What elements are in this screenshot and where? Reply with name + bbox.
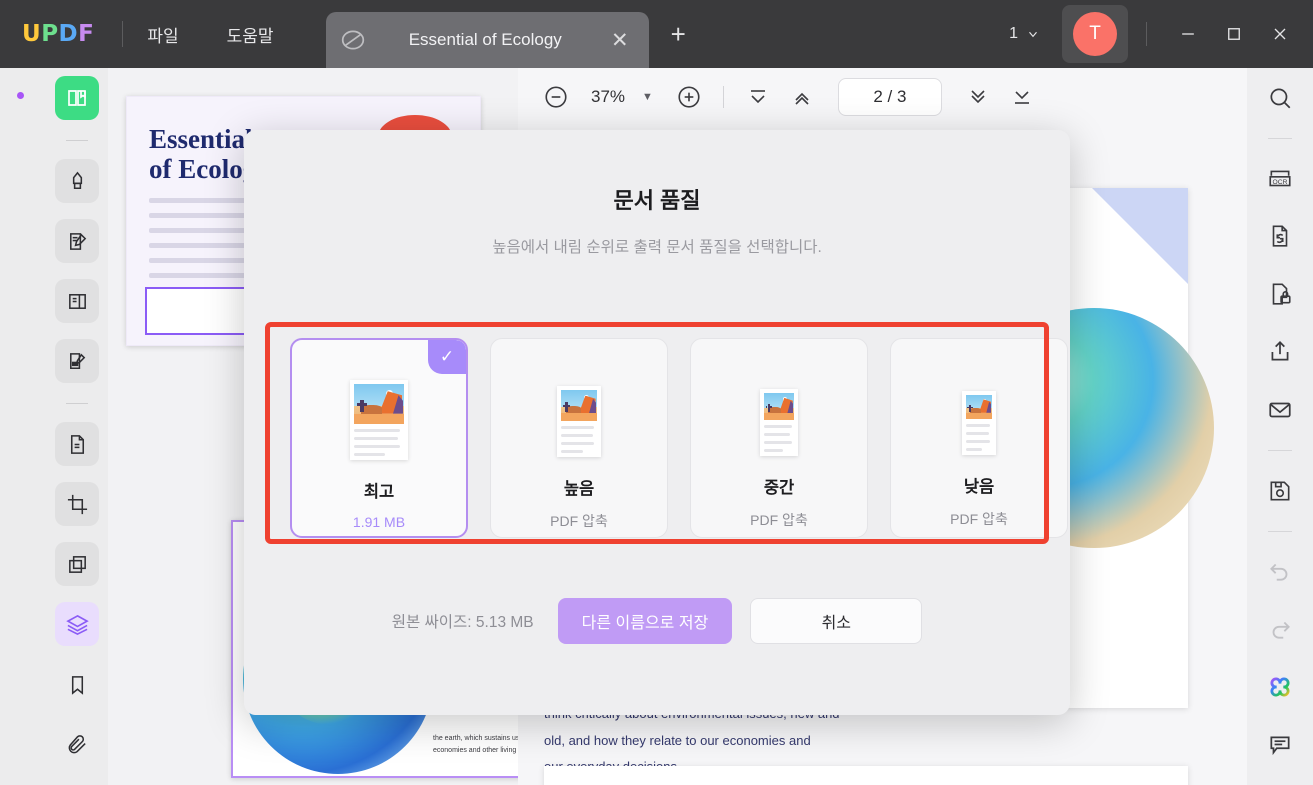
updf-window: UPDF 파일 도움말 Essential of Ecology ✕ + 1 T…	[0, 0, 1313, 785]
modal-overlay: 문서 품질 높음에서 내림 순위로 출력 문서 품질을 선택합니다. ✓ 최고 …	[0, 68, 1313, 785]
save-as-button[interactable]: 다른 이름으로 저장	[557, 598, 733, 644]
cactus-shape	[563, 402, 570, 412]
hill-shape	[566, 406, 582, 413]
window-count-selector[interactable]: 1	[1003, 19, 1046, 49]
window-controls-divider	[1146, 22, 1147, 46]
maximize-icon[interactable]	[1211, 11, 1257, 57]
quality-option-medium[interactable]: 중간 PDF 압축	[690, 338, 868, 538]
quality-size: 1.91 MB	[352, 514, 406, 530]
plus-icon[interactable]: +	[671, 21, 686, 47]
ground-shape	[561, 412, 597, 421]
ground-shape	[354, 413, 404, 424]
original-size-label: 원본 싸이즈: 5.13 MB	[391, 614, 534, 631]
close-icon[interactable]: ✕	[605, 30, 635, 51]
quality-label: 낮음	[963, 478, 995, 496]
title-bar: UPDF 파일 도움말 Essential of Ecology ✕ + 1 T	[0, 0, 1313, 68]
logo-letter-d: D	[58, 21, 79, 47]
minimize-icon[interactable]	[1165, 11, 1211, 57]
window-close-icon[interactable]	[1257, 11, 1303, 57]
quality-option-high[interactable]: 높음 PDF 압축	[490, 338, 668, 538]
document-tab[interactable]: Essential of Ecology ✕	[325, 12, 649, 68]
logo-letter-p: P	[41, 21, 59, 47]
quality-thumbnail	[557, 386, 601, 457]
circle-slash-icon	[340, 27, 366, 53]
quality-thumbnail	[962, 391, 996, 455]
window-count-label: 1	[1009, 25, 1018, 42]
quality-thumbnail	[760, 389, 798, 456]
quality-desc: PDF 압축	[550, 513, 608, 529]
updf-logo: UPDF	[22, 21, 94, 47]
ground-shape	[764, 412, 794, 420]
account-button[interactable]: T	[1062, 5, 1128, 63]
main-area: Essentialsof Ecology Students who can, l…	[0, 68, 1313, 785]
logo-letter-u: U	[22, 21, 42, 47]
ground-shape	[966, 412, 992, 419]
cactus-shape	[357, 400, 366, 412]
logo-letter-f: F	[78, 21, 95, 47]
quality-label: 중간	[763, 479, 795, 497]
hill-shape	[969, 407, 981, 413]
quality-options-list: ✓ 최고 1.91 MB 높음 PDF 압축 중간 PDF 압축 낮음 PDF …	[290, 338, 1068, 538]
quality-option-highest[interactable]: ✓ 최고 1.91 MB	[290, 338, 468, 538]
check-icon: ✓	[428, 340, 466, 374]
cancel-button[interactable]: 취소	[750, 598, 923, 644]
hill-shape	[361, 404, 382, 414]
quality-desc: PDF 압축	[950, 511, 1008, 527]
menu-help[interactable]: 도움말	[203, 22, 298, 47]
avatar: T	[1073, 12, 1117, 56]
quality-desc: PDF 압축	[750, 512, 808, 528]
dialog-title: 문서 품질	[613, 188, 701, 213]
hill-shape	[768, 407, 781, 413]
quality-thumbnail	[350, 380, 408, 460]
window-controls: 1 T	[1003, 5, 1313, 63]
cactus-shape	[765, 403, 772, 412]
tab-title: Essential of Ecology	[408, 30, 562, 49]
cactus-shape	[967, 404, 973, 412]
quality-label: 높음	[563, 480, 595, 498]
chevron-down-icon	[1026, 27, 1040, 41]
dialog-footer: 원본 싸이즈: 5.13 MB 다른 이름으로 저장 취소	[244, 598, 1070, 644]
menu-file[interactable]: 파일	[123, 22, 202, 47]
document-quality-dialog: 문서 품질 높음에서 내림 순위로 출력 문서 품질을 선택합니다. ✓ 최고 …	[244, 130, 1070, 715]
quality-option-low[interactable]: 낮음 PDF 압축	[890, 338, 1068, 538]
quality-label: 최고	[363, 483, 395, 501]
dialog-subtitle: 높음에서 내림 순위로 출력 문서 품질을 선택합니다.	[492, 239, 822, 256]
